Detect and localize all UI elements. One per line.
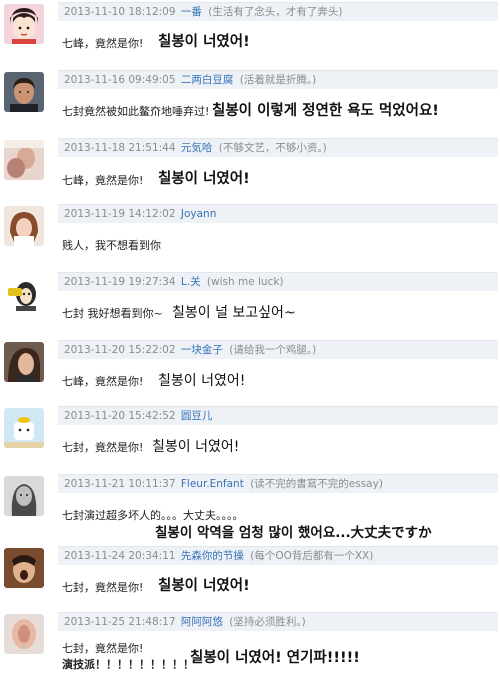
- korean-translation: 칠봉이 이렇게 정연한 욕도 먹었어요!: [212, 103, 439, 119]
- comment-row: 2013-11-16 09:49:05 二两白豆腐 (活着就是折腾。) 七封竟然…: [0, 68, 500, 130]
- comment-row: 2013-11-20 15:42:52 圆豆儿 七封，竟然是你! 칠봉이 너였어…: [0, 404, 500, 466]
- korean-translation: 칠봉이 너였어! 연기파!!!!!: [190, 650, 360, 666]
- comment-text: 七峰，竟然是你!: [62, 375, 144, 388]
- avatar[interactable]: [4, 4, 44, 44]
- comment-time: 2013-11-20 15:22:02: [64, 344, 176, 356]
- comment-row: 2013-11-19 14:12:02 Joyann 贱人，我不想看到你: [0, 202, 500, 264]
- comment-meta-bar: 2013-11-19 14:12:02 Joyann: [58, 204, 498, 223]
- comment-username[interactable]: 一块金子: [181, 344, 223, 356]
- avatar[interactable]: [4, 206, 44, 246]
- comment-username[interactable]: L.关: [181, 276, 201, 288]
- ear-photo-avatar-image: [4, 614, 44, 654]
- comment-text: 七峰，竟然是你!: [62, 37, 144, 50]
- comment-time: 2013-11-25 21:48:17: [64, 616, 176, 628]
- comment-username[interactable]: 二两白豆腐: [181, 74, 234, 86]
- comment-signature: (请给我一个鸡腿。): [229, 344, 317, 356]
- avatar[interactable]: [4, 72, 44, 112]
- woman-portrait-avatar-image: [4, 342, 44, 382]
- comment-text: 七封，竟然是你!: [62, 441, 144, 454]
- comment-row: 2013-11-20 15:22:02 一块金子 (请给我一个鸡腿。) 七峰，竟…: [0, 338, 500, 400]
- comment-signature: (坚持必须胜利。): [229, 616, 306, 628]
- korean-translation: 칠봉이 너였어!: [152, 439, 240, 455]
- girl-photo-avatar-image: [4, 206, 44, 246]
- comment-meta-bar: 2013-11-25 21:48:17 阿阿阿悠 (坚持必须胜利。): [58, 612, 498, 631]
- comment-time: 2013-11-21 10:11:37: [64, 478, 176, 490]
- comment-text: 七封竟然被如此鳌夼地唾弃过!: [62, 105, 210, 118]
- comment-row: 2013-11-25 21:48:17 阿阿阿悠 (坚持必须胜利。) 七封，竟然…: [0, 610, 500, 681]
- comment-username[interactable]: 阿阿阿悠: [181, 616, 223, 628]
- cartoon-girl-avatar-image: [4, 4, 44, 44]
- comment-meta-bar: 2013-11-21 10:11:37 Fleur.Enfant (读不完的書寫…: [58, 474, 498, 493]
- comment-username[interactable]: Fleur.Enfant: [181, 478, 244, 490]
- comment-username[interactable]: 先森你的节操: [181, 550, 244, 562]
- korean-translation: 칠봉이 너였어!: [158, 34, 250, 50]
- comment-meta-bar: 2013-11-18 21:51:44 元気哈 (不够文艺，不够小资。): [58, 138, 498, 157]
- comment-text-line-2: 演技派！！！！！！！！！: [62, 658, 194, 671]
- comment-row: 2013-11-18 21:51:44 元気哈 (不够文艺，不够小资。) 七峰，…: [0, 136, 500, 198]
- comment-time: 2013-11-19 14:12:02: [64, 208, 176, 220]
- avatar[interactable]: [4, 476, 44, 516]
- comment-list: 2013-11-10 18:12:09 一番 (生活有了念头，才有了奔头) 七峰…: [0, 0, 500, 681]
- comment-meta-bar: 2013-11-16 09:49:05 二两白豆腐 (活着就是折腾。): [58, 70, 498, 89]
- avatar[interactable]: [4, 548, 44, 588]
- comment-signature: (每个OO背后都有一个XX): [250, 550, 374, 562]
- comment-text: 贱人，我不想看到你: [62, 239, 161, 252]
- korean-translation: 칠봉이 악역을 엄청 많이 했어요...大丈夫ですか: [155, 525, 432, 541]
- comment-row: 2013-11-24 20:34:11 先森你的节操 (每个OO背后都有一个XX…: [0, 544, 500, 606]
- comment-time: 2013-11-20 15:42:52: [64, 410, 176, 422]
- comment-username[interactable]: Joyann: [181, 208, 216, 220]
- screaming-person-avatar-image: [4, 548, 44, 588]
- grayscale-photo-avatar-image: [4, 476, 44, 516]
- korean-translation: 칠봉이 너였어!: [158, 171, 250, 187]
- comment-text: 七封 我好想看到你~: [62, 307, 163, 320]
- comment-signature: (活着就是折腾。): [239, 74, 317, 86]
- comment-meta-bar: 2013-11-20 15:42:52 圆豆儿: [58, 406, 498, 425]
- avatar[interactable]: [4, 614, 44, 654]
- korean-translation: 칠봉이 너였어!: [158, 373, 246, 389]
- comment-signature: (不够文艺，不够小资。): [218, 142, 327, 154]
- comment-text: 七峰，竟然是你!: [62, 174, 144, 187]
- comment-meta-bar: 2013-11-20 15:22:02 一块金子 (请给我一个鸡腿。): [58, 340, 498, 359]
- comment-time: 2013-11-24 20:34:11: [64, 550, 176, 562]
- comment-signature: (生活有了念头，才有了奔头): [208, 6, 343, 18]
- man-portrait-avatar-image: [4, 72, 44, 112]
- cartoon-toy-avatar-image: [4, 408, 44, 448]
- comment-time: 2013-11-19 19:27:34: [64, 276, 176, 288]
- avatar[interactable]: [4, 274, 44, 314]
- comment-time: 2013-11-18 21:51:44: [64, 142, 176, 154]
- avatar[interactable]: [4, 140, 44, 180]
- comment-username[interactable]: 一番: [181, 6, 202, 18]
- comment-time: 2013-11-16 09:49:05: [64, 74, 176, 86]
- avatar[interactable]: [4, 342, 44, 382]
- cartoon-character-avatar-image: [4, 274, 44, 314]
- comment-text: 七封，竟然是你!: [62, 581, 144, 594]
- comment-row: 2013-11-21 10:11:37 Fleur.Enfant (读不完的書寫…: [0, 472, 500, 541]
- comment-signature: (读不完的書寫不完的essay): [250, 478, 383, 490]
- comment-row: 2013-11-10 18:12:09 一番 (生活有了念头，才有了奔头) 七峰…: [0, 0, 500, 62]
- comment-text: 七封演过超多坏人的。。。大丈夫。。。。: [62, 509, 244, 522]
- comment-row: 2013-11-19 19:27:34 L.关 (wish me luck) 七…: [0, 270, 500, 332]
- comment-meta-bar: 2013-11-10 18:12:09 一番 (生活有了念头，才有了奔头): [58, 2, 498, 21]
- comment-time: 2013-11-10 18:12:09: [64, 6, 176, 18]
- comment-meta-bar: 2013-11-24 20:34:11 先森你的节操 (每个OO背后都有一个XX…: [58, 546, 498, 565]
- comment-meta-bar: 2013-11-19 19:27:34 L.关 (wish me luck): [58, 272, 498, 291]
- comment-signature: (wish me luck): [206, 276, 284, 288]
- korean-translation: 칠봉이 널 보고싶어~: [172, 305, 296, 321]
- comment-username[interactable]: 元気哈: [181, 142, 213, 154]
- comment-username[interactable]: 圆豆儿: [181, 410, 213, 422]
- korean-translation: 칠봉이 너였어!: [158, 578, 250, 594]
- comment-text: 七封，竟然是你!: [62, 642, 144, 655]
- blurry-photo-avatar-image: [4, 140, 44, 180]
- avatar[interactable]: [4, 408, 44, 448]
